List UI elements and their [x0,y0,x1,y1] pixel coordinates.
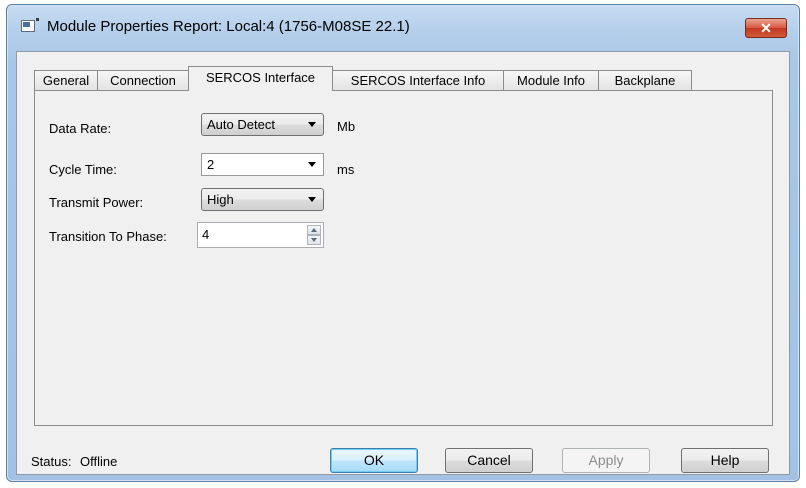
transmit-power-select[interactable]: High [201,188,324,211]
ok-button[interactable]: OK [330,448,418,473]
dialog-client-area: General Connection SERCOS Interface SERC… [16,51,790,475]
spinner-buttons [307,225,321,245]
tab-connection[interactable]: Connection [97,70,189,90]
tab-general[interactable]: General [34,70,98,90]
data-rate-value: Auto Detect [207,117,275,132]
tab-backplane[interactable]: Backplane [598,70,692,90]
spin-down-icon[interactable] [307,235,321,245]
cycle-time-label: Cycle Time: [49,162,117,177]
title-bar[interactable]: Module Properties Report: Local:4 (1756-… [7,5,799,51]
transition-to-phase-label: Transition To Phase: [49,229,167,244]
chevron-down-icon [308,162,316,167]
dialog-window: Module Properties Report: Local:4 (1756-… [6,4,800,482]
spin-up-icon[interactable] [307,225,321,235]
cancel-button[interactable]: Cancel [445,448,533,473]
tab-label: Connection [110,73,176,88]
tab-sercos-interface[interactable]: SERCOS Interface [188,66,333,91]
close-button[interactable]: ✕ [745,18,787,38]
window-title: Module Properties Report: Local:4 (1756-… [47,18,410,35]
status-label: Status: [31,454,72,469]
tab-label: SERCOS Interface Info [350,73,486,88]
status-value: Offline [80,454,118,469]
transition-to-phase-spinner[interactable]: 4 [197,222,324,248]
data-rate-unit: Mb [337,119,356,134]
transmit-power-value: High [207,192,234,207]
cycle-time-unit: ms [337,162,355,177]
close-icon: ✕ [760,20,772,36]
sercos-interface-panel: Data Rate: Auto Detect Mb Cycle Time: 2 … [34,90,773,426]
tab-label: Module Info [517,73,585,88]
tab-module-info[interactable]: Module Info [503,70,599,90]
tab-sercos-interface-info[interactable]: SERCOS Interface Info [332,70,504,90]
apply-button[interactable]: Apply [562,448,650,473]
help-button[interactable]: Help [681,448,769,473]
chevron-down-icon [308,197,316,202]
transmit-power-label: Transmit Power: [49,195,144,210]
cycle-time-select[interactable]: 2 [201,153,324,176]
cycle-time-value: 2 [207,157,215,172]
data-rate-select[interactable]: Auto Detect [201,113,324,136]
window-app-icon [21,18,39,32]
data-rate-label: Data Rate: [49,121,112,136]
chevron-down-icon [308,122,316,127]
tab-label: SERCOS Interface [205,70,316,85]
tab-label: General [42,73,90,88]
transition-to-phase-value: 4 [202,227,210,242]
tab-label: Backplane [614,73,676,88]
